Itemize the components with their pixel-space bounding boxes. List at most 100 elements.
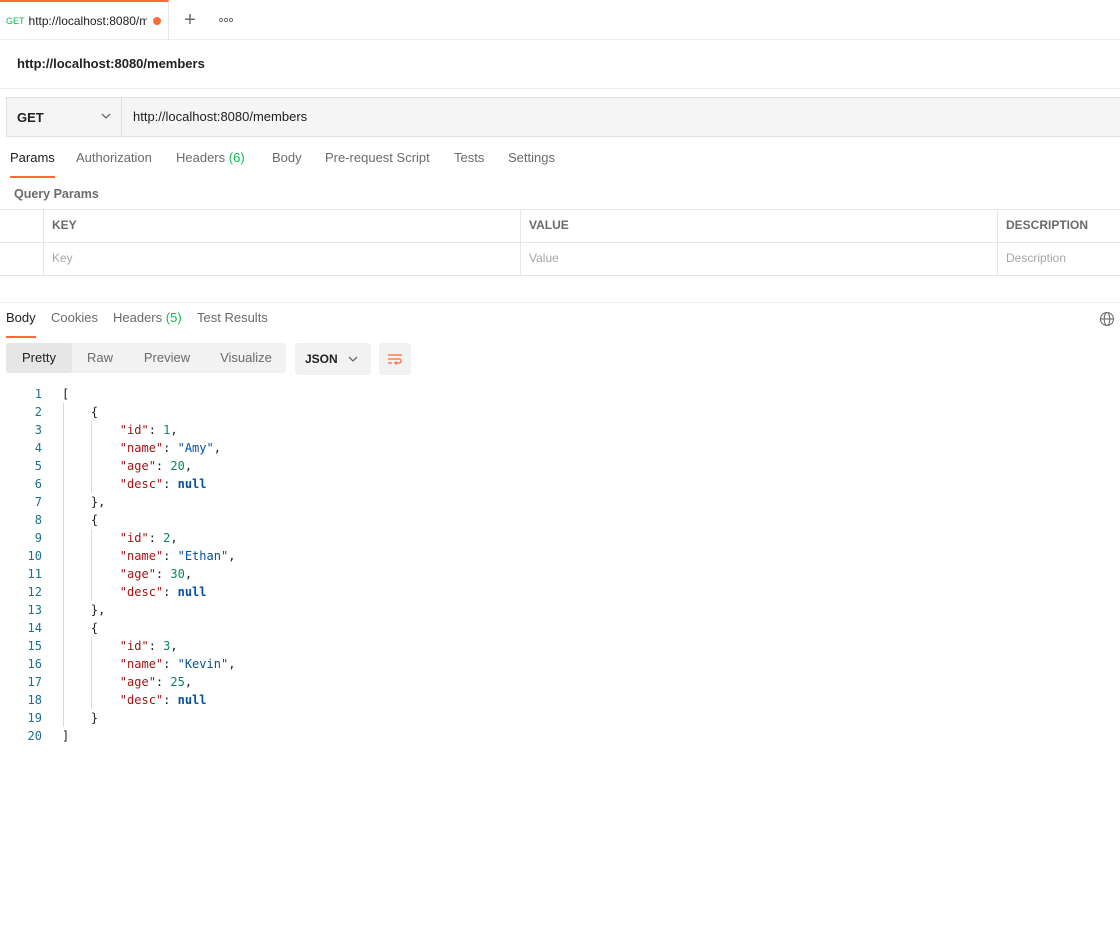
line-number: 2 [34,405,42,419]
divider [0,88,1120,89]
description-input[interactable]: Description [997,243,1120,276]
line-number: 6 [34,477,42,491]
line-number: 14 [27,621,42,635]
line-number: 7 [34,495,42,509]
key-input[interactable]: Key [43,243,520,276]
format-label: JSON [305,352,338,366]
line-number: 11 [27,567,42,581]
line-text: "desc": null [119,585,207,599]
wrap-lines-icon [388,354,402,365]
tab-params[interactable]: Params [10,150,55,178]
tab-label: Params [10,150,55,165]
line-number: 12 [27,585,42,599]
format-select[interactable]: JSON [295,343,371,375]
line-text: "age": 30, [119,567,193,581]
tab-label: Headers [113,310,163,325]
query-params-table: KEY VALUE DESCRIPTION Key Value Descript… [0,209,1120,276]
line-number: 1 [34,387,42,401]
line-number: 18 [27,693,42,707]
tab-authorization[interactable]: Authorization [76,150,152,176]
tab-body[interactable]: Body [272,150,302,176]
line-text: "id": 2, [119,531,178,545]
line-text: "age": 25, [119,675,193,689]
line-text: "id": 3, [119,639,178,653]
line-number: 13 [27,603,42,617]
view-pretty-button[interactable]: Pretty [6,343,72,373]
line-number: 9 [34,531,42,545]
tab-url: http://localhost:8080/members [28,14,147,28]
line-text: [ [62,387,70,401]
line-number: 3 [34,423,42,437]
line-text: } [62,711,99,725]
view-raw-button[interactable]: Raw [72,343,128,373]
response-tab-test-results[interactable]: Test Results [197,310,268,336]
tab-label: Cookies [51,310,98,325]
tab-label: Body [6,310,36,325]
table-row: Key Value Description [0,243,1120,276]
line-text: "name": "Amy", [119,441,221,455]
query-params-title: Query Params [14,187,99,201]
response-tab-headers[interactable]: Headers (5) [113,310,182,336]
tab-label: Tests [454,150,485,165]
line-text: "age": 20, [119,459,193,473]
response-tab-cookies[interactable]: Cookies [51,310,98,336]
view-visualize-button[interactable]: Visualize [206,343,286,373]
wrap-lines-button[interactable] [379,343,411,375]
tab-headers[interactable]: Headers (6) [176,150,245,176]
tab-label: Test Results [197,310,268,325]
line-text: "name": "Kevin", [119,657,236,671]
globe-icon[interactable] [1099,311,1115,327]
method-select[interactable]: GET [7,98,122,136]
chevron-down-icon [348,356,358,362]
line-text: }, [62,603,106,617]
line-text: { [62,621,99,635]
tab-tests[interactable]: Tests [454,150,484,176]
request-name[interactable]: http://localhost:8080/members [17,56,205,71]
request-tab[interactable]: GET http://localhost:8080/members [0,0,169,40]
more-tabs-icon[interactable] [216,10,236,30]
line-text: ] [62,729,70,743]
method-label: GET [17,109,44,125]
view-mode-selector: Pretty Raw Preview Visualize [6,343,286,373]
headers-count: (6) [228,150,245,165]
indent-guide [62,403,64,727]
line-number: 5 [34,459,42,473]
chevron-down-icon [101,113,111,119]
line-number: 16 [27,657,42,671]
tab-label: Authorization [76,150,152,165]
url-input[interactable] [133,98,1033,136]
url-bar: GET [6,97,1120,137]
line-text: "name": "Ethan", [119,549,236,563]
tab-method: GET [6,16,25,26]
tab-label: Body [272,150,302,165]
table-header-row: KEY VALUE DESCRIPTION [0,210,1120,243]
line-text: }, [62,495,106,509]
unsaved-dot-icon [152,17,161,25]
tab-settings[interactable]: Settings [508,150,555,176]
column-header-description: DESCRIPTION [997,210,1120,243]
indent-guide [91,529,93,601]
indent-guide [91,637,93,709]
value-input[interactable]: Value [520,243,997,276]
tab-label: Settings [508,150,555,165]
line-text: { [62,513,99,527]
line-text: "id": 1, [119,423,178,437]
new-tab-button[interactable]: + [180,10,200,30]
view-preview-button[interactable]: Preview [128,343,206,373]
column-header-key: KEY [43,210,520,243]
line-number: 8 [34,513,42,527]
tab-label: Headers [176,150,226,165]
tab-bar: GET http://localhost:8080/members + [0,0,1120,40]
headers-count: (5) [165,310,182,325]
line-number: 17 [27,675,42,689]
line-text: "desc": null [119,477,207,491]
line-number: 10 [27,549,42,563]
line-text: { [62,405,99,419]
line-text: "desc": null [119,693,207,707]
line-number: 19 [27,711,42,725]
indent-guide [91,421,93,493]
tab-label: Pre-request Script [325,150,430,165]
divider [0,302,1120,303]
tab-pre-request-script[interactable]: Pre-request Script [325,150,430,176]
response-tab-body[interactable]: Body [6,310,36,338]
